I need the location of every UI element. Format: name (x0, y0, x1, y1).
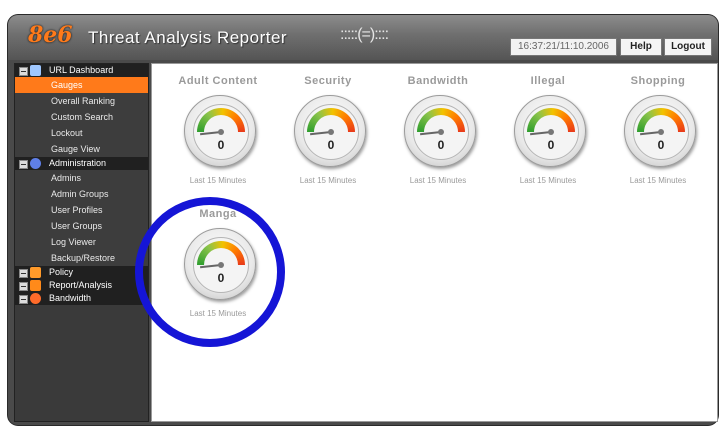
logout-button[interactable]: Logout (664, 38, 712, 56)
gauge-title: Security (304, 75, 352, 87)
gauge-subtitle: Last 15 Minutes (519, 176, 577, 185)
sidebar-item-admin-groups[interactable]: Admin Groups (15, 186, 148, 202)
report-icon (30, 280, 41, 291)
sidebar-item-admins[interactable]: Admins (15, 170, 148, 186)
section-label: Administration (49, 158, 107, 168)
section-label: Bandwidth (49, 293, 92, 303)
sidebar-item-overall-ranking[interactable]: Overall Ranking (15, 93, 148, 109)
gauge-dial: 0 (624, 95, 696, 167)
sidebar: URL Dashboard Gauges Overall Ranking Cus… (14, 63, 149, 422)
brand-mark-icon: :::::(=):::: (340, 26, 389, 43)
gauge-value: 0 (327, 138, 335, 152)
gauge-value: 0 (657, 138, 665, 152)
gauge-value: 0 (217, 138, 225, 152)
sidebar-section-url-dashboard[interactable]: URL Dashboard (15, 64, 148, 77)
sidebar-section-bandwidth[interactable]: Bandwidth (15, 292, 148, 305)
gauge-subtitle: Last 15 Minutes (409, 176, 467, 185)
gauge-value: 0 (547, 138, 555, 152)
sidebar-item-gauge-view[interactable]: Gauge View (15, 141, 148, 157)
sidebar-section-administration[interactable]: Administration (15, 157, 148, 170)
gauge-dial: 0 (294, 95, 366, 167)
sidebar-item-custom-search[interactable]: Custom Search (15, 109, 148, 125)
expand-toggle-icon[interactable] (19, 269, 28, 278)
sidebar-item-user-groups[interactable]: User Groups (15, 218, 148, 234)
sidebar-item-gauges[interactable]: Gauges (15, 77, 148, 93)
gauge-shopping[interactable]: Shopping 0 Last 15 Minutes (608, 75, 708, 195)
gauge-subtitle: Last 15 Minutes (299, 176, 357, 185)
gauge-security[interactable]: Security 0 Last 15 Minutes (278, 75, 378, 195)
admin-user-icon (30, 158, 41, 169)
gauge-subtitle: Last 15 Minutes (629, 176, 687, 185)
gauge-dial: 0 (514, 95, 586, 167)
help-button[interactable]: Help (620, 38, 662, 56)
annotation-circle (135, 197, 285, 347)
gauge-value: 0 (437, 138, 445, 152)
gauge-illegal[interactable]: Illegal 0 Last 15 Minutes (498, 75, 598, 195)
gauge-title: Illegal (530, 75, 566, 87)
section-label: Policy (49, 267, 74, 277)
gauge-title: Shopping (630, 75, 686, 87)
sidebar-item-lockout[interactable]: Lockout (15, 125, 148, 141)
dashboard-icon (30, 65, 41, 76)
gauge-title: Bandwidth (407, 75, 469, 87)
gauge-bandwidth[interactable]: Bandwidth 0 Last 15 Minutes (388, 75, 488, 195)
brand-logo: 8e6 (28, 22, 73, 48)
gauge-dial: 0 (184, 95, 256, 167)
collapse-toggle-icon[interactable] (19, 67, 28, 76)
clock-readout: 16:37:21/11:10.2006 (510, 38, 617, 56)
gauge-subtitle: Last 15 Minutes (189, 176, 247, 185)
sidebar-section-policy[interactable]: Policy (15, 266, 148, 279)
sidebar-item-user-profiles[interactable]: User Profiles (15, 202, 148, 218)
sidebar-item-log-viewer[interactable]: Log Viewer (15, 234, 148, 250)
gauge-adult-content[interactable]: Adult Content 0 Last 15 Minutes (168, 75, 268, 195)
policy-icon (30, 267, 41, 278)
section-label: Report/Analysis (49, 280, 113, 290)
sidebar-item-backup-restore[interactable]: Backup/Restore (15, 250, 148, 266)
expand-toggle-icon[interactable] (19, 295, 28, 304)
gauge-dial: 0 (404, 95, 476, 167)
gauge-title: Adult Content (178, 75, 258, 87)
section-label: URL Dashboard (49, 65, 114, 75)
sidebar-section-report-analysis[interactable]: Report/Analysis (15, 279, 148, 292)
collapse-toggle-icon[interactable] (19, 160, 28, 169)
bandwidth-icon (30, 293, 41, 304)
expand-toggle-icon[interactable] (19, 282, 28, 291)
app-title: Threat Analysis Reporter (88, 28, 288, 47)
